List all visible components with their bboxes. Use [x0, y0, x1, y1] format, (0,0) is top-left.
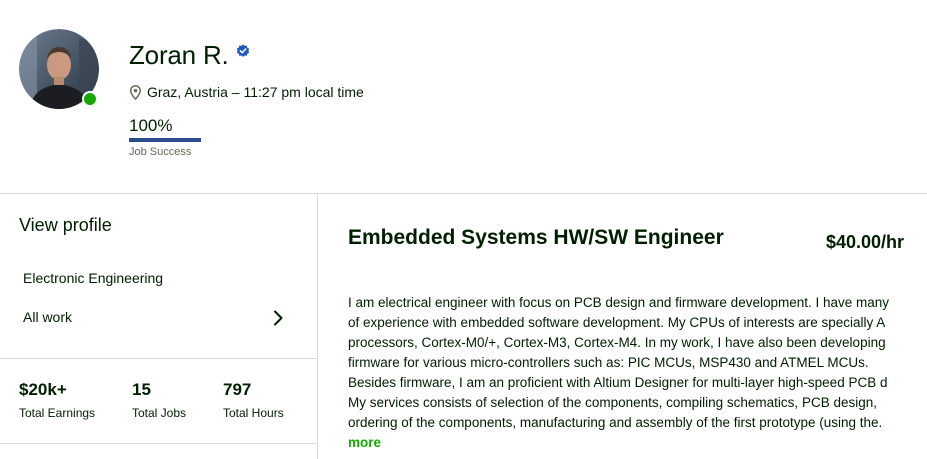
more-link[interactable]: more — [348, 433, 927, 453]
profile-description: I am electrical engineer with focus on P… — [348, 293, 927, 453]
description-line: of experience with embedded software dev… — [348, 315, 886, 330]
profile-title: Embedded Systems HW/SW Engineer — [348, 226, 724, 249]
stat-total-jobs: 15 Total Jobs — [132, 380, 186, 420]
stat-label: Total Jobs — [132, 406, 187, 420]
job-success-value: 100% — [129, 116, 173, 135]
description-line: I am electrical engineer with focus on P… — [348, 295, 890, 310]
job-success-bar — [129, 138, 201, 142]
job-success-bar-fill — [129, 138, 201, 142]
description-line: processors, Cortex-M0/+, Cortex-M3, Cort… — [348, 335, 886, 350]
stat-value: 797 — [223, 380, 252, 399]
sidebar-divider — [0, 443, 317, 444]
description-line: Besides firmware, I am an proficient wit… — [348, 375, 888, 390]
stat-total-earnings: $20k+ Total Earnings — [19, 380, 95, 420]
name-row: Zoran R. — [129, 40, 250, 71]
stat-value: 15 — [132, 380, 151, 399]
description-line: firmware for various micro-controllers s… — [348, 355, 869, 370]
profile-header: Zoran R. Graz, Austria – 11:27 pm local … — [0, 0, 927, 194]
location-pin-icon — [130, 84, 141, 100]
stat-value: $20k+ — [19, 380, 67, 399]
location-row: Graz, Austria – 11:27 pm local time — [130, 84, 364, 100]
stat-label: Total Earnings — [19, 406, 96, 420]
sidebar-item-electronic-engineering[interactable]: Electronic Engineering — [23, 270, 163, 286]
job-success-label: Job Success — [129, 146, 192, 158]
description-line: My services consists of selection of the… — [348, 395, 877, 410]
verified-badge-icon — [236, 43, 249, 57]
profile-main: Embedded Systems HW/SW Engineer $40.00/h… — [318, 194, 927, 459]
location-text: Graz, Austria – 11:27 pm local time — [147, 84, 364, 100]
job-success-score[interactable]: 100% Job Success — [129, 116, 201, 158]
avatar-container[interactable] — [19, 29, 99, 109]
online-status-indicator — [82, 91, 98, 107]
stat-label: Total Hours — [223, 406, 284, 420]
profile-sidebar: View profile Electronic Engineering All … — [0, 194, 318, 459]
view-profile-heading: View profile — [19, 215, 112, 235]
sidebar-divider — [0, 358, 317, 359]
description-line: ordering of the components, manufacturin… — [348, 415, 883, 430]
freelancer-name[interactable]: Zoran R. — [129, 40, 229, 71]
chevron-right-icon[interactable] — [271, 309, 285, 327]
hourly-rate: $40.00/hr — [826, 232, 905, 252]
freelancer-profile-card: Zoran R. Graz, Austria – 11:27 pm local … — [0, 0, 927, 459]
sidebar-item-all-work[interactable]: All work — [23, 309, 72, 325]
stat-total-hours: 797 Total Hours — [223, 380, 284, 420]
